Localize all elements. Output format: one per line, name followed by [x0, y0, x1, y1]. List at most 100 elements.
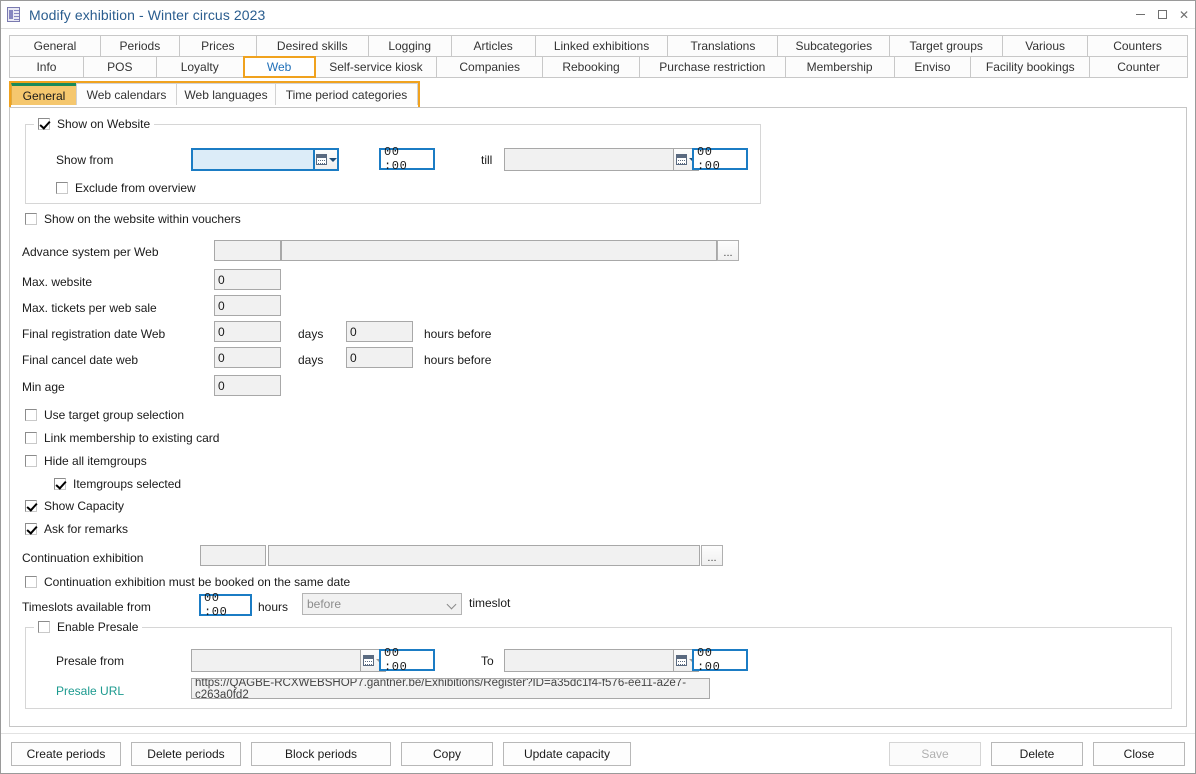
presale-to-datepicker[interactable]: [504, 649, 699, 672]
final-cancel-days-input[interactable]: 0: [214, 347, 281, 368]
advance-system-browse-button[interactable]: ...: [717, 240, 739, 261]
subtab-web-calendars[interactable]: Web calendars: [76, 83, 177, 105]
link-membership-checkbox[interactable]: [25, 432, 37, 444]
tab-info[interactable]: Info: [9, 56, 84, 78]
final-registration-days-unit: days: [298, 327, 323, 341]
tab-companies[interactable]: Companies: [436, 56, 543, 78]
continuation-browse-button[interactable]: ...: [701, 545, 723, 566]
tab-subcategories[interactable]: Subcategories: [777, 35, 890, 57]
presale-url-input[interactable]: https://QAGBE-RCXWEBSHOP7.gantner.be/Exh…: [191, 678, 710, 699]
footer-actions: Create periods Delete periods Block peri…: [1, 733, 1195, 773]
tab-self-service-kiosk[interactable]: Self-service kiosk: [315, 56, 438, 78]
till-datepicker[interactable]: [504, 148, 699, 171]
tab-purchase-restriction[interactable]: Purchase restriction: [639, 56, 786, 78]
tab-pos[interactable]: POS: [83, 56, 157, 78]
final-registration-hours-input[interactable]: 0: [346, 321, 413, 342]
update-capacity-button[interactable]: Update capacity: [503, 742, 631, 766]
hide-all-itemgroups-checkbox[interactable]: [25, 455, 37, 467]
tab-web[interactable]: Web: [243, 56, 316, 78]
show-from-calendar-icon[interactable]: [313, 148, 339, 171]
continuation-same-date-checkbox[interactable]: [25, 576, 37, 588]
hide-all-itemgroups-row[interactable]: Hide all itemgroups: [25, 454, 147, 468]
use-target-group-row[interactable]: Use target group selection: [25, 408, 184, 422]
continuation-same-date-row[interactable]: Continuation exhibition must be booked o…: [25, 575, 350, 589]
continuation-name-input[interactable]: [268, 545, 700, 566]
show-from-datepicker[interactable]: [191, 148, 339, 171]
tab-articles[interactable]: Articles: [451, 35, 536, 57]
tab-prices[interactable]: Prices: [179, 35, 257, 57]
tab-counters[interactable]: Counters: [1087, 35, 1188, 57]
tab-logging[interactable]: Logging: [368, 35, 452, 57]
show-capacity-checkbox[interactable]: [25, 500, 37, 512]
tab-general-top[interactable]: General: [9, 35, 101, 57]
ask-for-remarks-checkbox[interactable]: [25, 523, 37, 535]
presale-from-datepicker[interactable]: [191, 649, 386, 672]
show-capacity-row[interactable]: Show Capacity: [25, 499, 124, 513]
copy-button[interactable]: Copy: [401, 742, 493, 766]
max-website-input[interactable]: 0: [214, 269, 281, 290]
presale-to-time-input[interactable]: 00 :00: [692, 649, 748, 671]
exclude-from-overview-checkbox[interactable]: [56, 182, 68, 194]
final-cancel-days-unit: days: [298, 353, 323, 367]
tab-rebooking[interactable]: Rebooking: [542, 56, 640, 78]
minimize-icon[interactable]: [1129, 2, 1151, 28]
close-icon[interactable]: ✕: [1173, 2, 1195, 28]
final-cancel-hours-input[interactable]: 0: [346, 347, 413, 368]
delete-button[interactable]: Delete: [991, 742, 1083, 766]
presale-from-label: Presale from: [56, 654, 124, 668]
exclude-from-overview-row[interactable]: Exclude from overview: [56, 181, 196, 195]
timeslots-available-label: Timeslots available from: [22, 600, 151, 614]
maximize-icon[interactable]: [1151, 2, 1173, 28]
presale-from-input[interactable]: [191, 649, 360, 672]
presale-to-input[interactable]: [504, 649, 673, 672]
timeslots-time-input[interactable]: 00 :00: [199, 594, 252, 616]
final-registration-days-input[interactable]: 0: [214, 321, 281, 342]
continuation-code-input[interactable]: [200, 545, 266, 566]
tab-enviso[interactable]: Enviso: [894, 56, 972, 78]
show-from-time-input[interactable]: 00 :00: [379, 148, 435, 170]
create-periods-button[interactable]: Create periods: [11, 742, 121, 766]
till-time-input[interactable]: 00 :00: [692, 148, 748, 170]
itemgroups-selected-row[interactable]: Itemgroups selected: [54, 477, 181, 491]
tab-various[interactable]: Various: [1002, 35, 1088, 57]
show-from-input[interactable]: [191, 148, 313, 171]
document-icon: [7, 7, 23, 23]
tab-linked-exhibitions[interactable]: Linked exhibitions: [535, 35, 669, 57]
max-tickets-input[interactable]: 0: [214, 295, 281, 316]
subtab-general[interactable]: General: [11, 83, 77, 105]
tab-row-secondary: Info POS Loyalty Web Self-service kiosk …: [9, 56, 1187, 78]
delete-periods-button[interactable]: Delete periods: [131, 742, 241, 766]
min-age-input[interactable]: 0: [214, 375, 281, 396]
presale-from-time-input[interactable]: 00 :00: [379, 649, 435, 671]
subtab-web-languages[interactable]: Web languages: [176, 83, 276, 105]
link-membership-row[interactable]: Link membership to existing card: [25, 431, 219, 445]
hide-all-itemgroups-label: Hide all itemgroups: [44, 454, 147, 468]
show-capacity-label: Show Capacity: [44, 499, 124, 513]
show-on-website-checkbox[interactable]: [38, 118, 50, 130]
till-label: till: [481, 153, 492, 167]
itemgroups-selected-checkbox[interactable]: [54, 478, 66, 490]
tab-loyalty[interactable]: Loyalty: [156, 56, 244, 78]
save-button: Save: [889, 742, 981, 766]
tab-strip: General Periods Prices Desired skills Lo…: [1, 29, 1195, 107]
show-within-vouchers-checkbox[interactable]: [25, 213, 37, 225]
tab-counter[interactable]: Counter: [1089, 56, 1188, 78]
show-within-vouchers-row[interactable]: Show on the website within vouchers: [25, 212, 241, 226]
tab-periods[interactable]: Periods: [100, 35, 180, 57]
advance-system-name-input[interactable]: [281, 240, 717, 261]
advance-system-code-input[interactable]: [214, 240, 281, 261]
tab-membership[interactable]: Membership: [785, 56, 895, 78]
tab-desired-skills[interactable]: Desired skills: [256, 35, 369, 57]
tab-facility-bookings[interactable]: Facility bookings: [970, 56, 1090, 78]
tab-translations[interactable]: Translations: [667, 35, 778, 57]
subtab-time-period-categories[interactable]: Time period categories: [275, 83, 418, 105]
show-within-vouchers-label: Show on the website within vouchers: [44, 212, 241, 226]
close-button[interactable]: Close: [1093, 742, 1185, 766]
timeslots-direction-select[interactable]: before: [302, 593, 462, 615]
till-input[interactable]: [504, 148, 673, 171]
block-periods-button[interactable]: Block periods: [251, 742, 391, 766]
tab-target-groups[interactable]: Target groups: [889, 35, 1003, 57]
ask-for-remarks-row[interactable]: Ask for remarks: [25, 522, 128, 536]
enable-presale-checkbox[interactable]: [38, 621, 50, 633]
use-target-group-checkbox[interactable]: [25, 409, 37, 421]
